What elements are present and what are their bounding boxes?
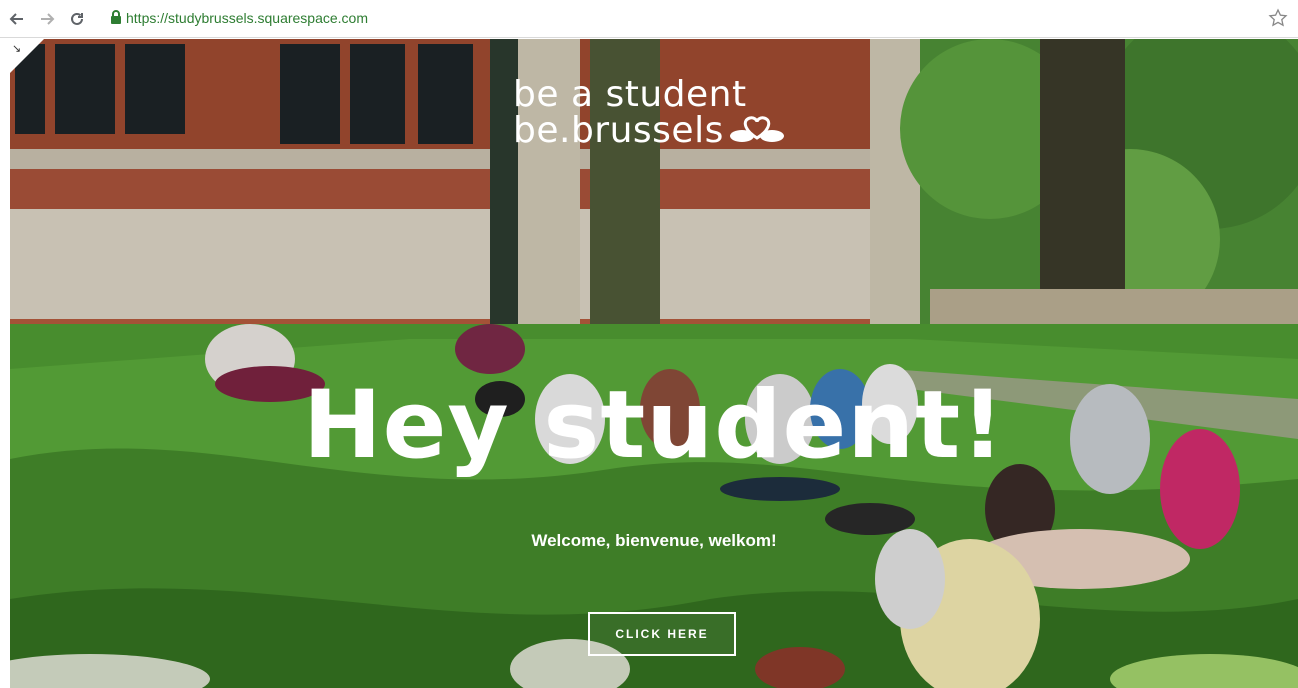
- logo-line-1: be a student: [513, 74, 747, 115]
- corner-arrow-icon[interactable]: ↘: [12, 42, 21, 55]
- reload-icon[interactable]: [66, 8, 88, 30]
- browser-toolbar: https://studybrussels.squarespace.com: [0, 0, 1298, 38]
- hero-subheadline: Welcome, bienvenue, welkom!: [531, 531, 777, 550]
- hero-section: ↘ be a student be.brussels Hey student! …: [10, 39, 1298, 688]
- heart-cloud-icon: [728, 114, 786, 151]
- site-logo[interactable]: be a student be.brussels: [513, 77, 786, 151]
- back-arrow-icon[interactable]: [6, 8, 28, 30]
- lock-icon: [110, 10, 122, 30]
- logo-line-2: be.brussels: [513, 110, 724, 151]
- click-here-button[interactable]: CLICK HERE: [588, 612, 736, 656]
- forward-arrow-icon[interactable]: [36, 8, 58, 30]
- address-bar-url[interactable]: https://studybrussels.squarespace.com: [126, 10, 368, 26]
- hero-headline: Hey student!: [303, 371, 1005, 480]
- bookmark-star-icon[interactable]: [1268, 8, 1288, 33]
